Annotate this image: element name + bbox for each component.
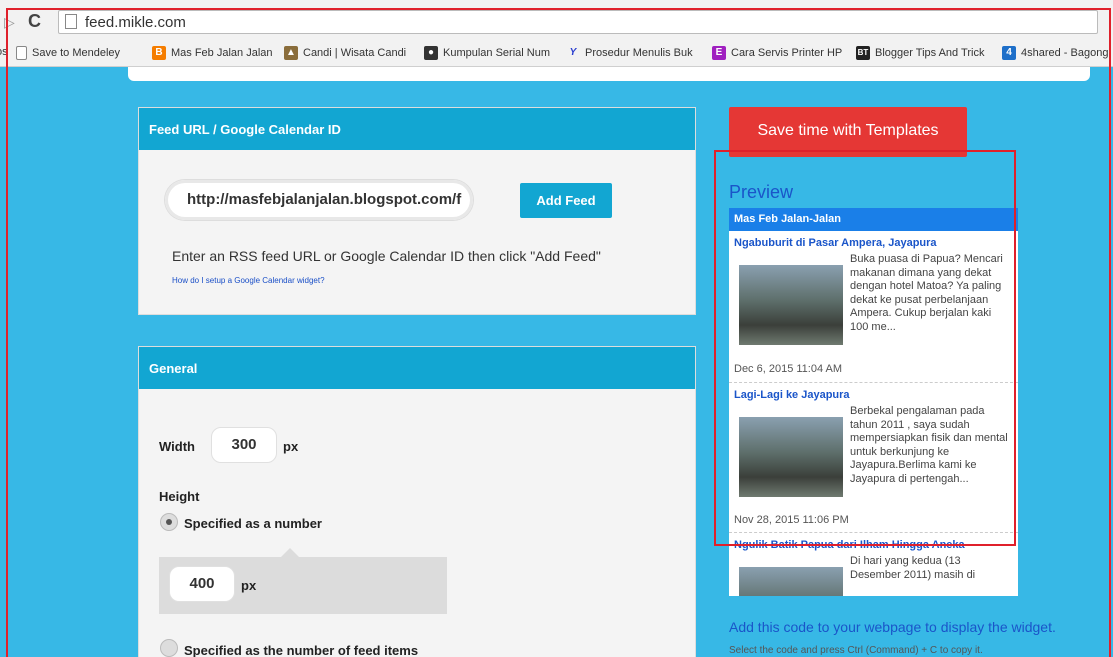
feed-item: Ngulik Batik Papua dari Ilham Hingga Ane… — [729, 533, 1018, 596]
bookmark-item[interactable]: Save to Mendeley — [16, 46, 120, 60]
address-bar[interactable]: feed.mikle.com — [58, 10, 1098, 34]
bookmark-item[interactable]: B Mas Feb Jalan Jalan — [152, 46, 273, 60]
browser-chrome: ▷ C feed.mikle.com os Save to Mendeley B… — [0, 0, 1113, 67]
address-bar-row: ▷ C feed.mikle.com — [0, 8, 1113, 36]
globe-icon: ● — [424, 46, 438, 60]
height-input[interactable]: 400 — [169, 566, 235, 602]
preview-title: Preview — [729, 182, 794, 202]
feed-item: Ngabuburit di Pasar Ampera, Jayapura Buk… — [729, 231, 1018, 383]
feed-url-header: Feed URL / Google Calendar ID — [139, 108, 695, 150]
height-items-option: Specified as the number of feed items — [184, 643, 419, 657]
top-content-strip — [128, 67, 1090, 81]
code-hint: Select the code and press Ctrl (Command)… — [729, 645, 983, 656]
code-heading: Add this code to your webpage to display… — [729, 619, 1056, 635]
width-unit: px — [283, 439, 299, 454]
height-number-radio[interactable] — [160, 513, 178, 531]
bookmark-apps-partial[interactable]: os — [0, 46, 8, 58]
4shared-icon: 4 — [1002, 46, 1016, 60]
feed-item-description: Berbekal pengalaman pada tahun 2011 , sa… — [850, 405, 1008, 485]
url-text: feed.mikle.com — [85, 14, 186, 31]
reload-icon[interactable]: C — [28, 11, 41, 32]
height-unit: px — [241, 578, 257, 593]
preview-widget: Mas Feb Jalan-Jalan Ngabuburit di Pasar … — [729, 208, 1018, 596]
bookmark-item[interactable]: 4 4shared - Bagong — [1002, 46, 1108, 60]
templates-button[interactable]: Save time with Templates — [729, 107, 967, 157]
feed-item-date: Nov 28, 2015 11:06 PM — [734, 514, 849, 526]
feed-url-input[interactable]: http://masfebjalanjalan.blogspot.com/f — [165, 180, 473, 220]
general-panel: General Width 300 px Height Specified as… — [138, 346, 696, 657]
height-label: Height — [159, 489, 200, 504]
feed-item-title[interactable]: Ngulik Batik Papua dari Ilham Hingga Ane… — [729, 533, 1018, 553]
feed-item-title[interactable]: Ngabuburit di Pasar Ampera, Jayapura — [729, 231, 1018, 251]
feed-item-description: Buka puasa di Papua? Mencari makanan dim… — [850, 253, 1003, 333]
bookmark-item[interactable]: BT Blogger Tips And Trick — [856, 46, 997, 60]
feed-item-title[interactable]: Lagi-Lagi ke Jayapura — [729, 383, 1018, 403]
height-number-option: Specified as a number — [184, 516, 322, 531]
width-input[interactable]: 300 — [211, 427, 277, 463]
bookmark-item[interactable]: ● Kumpulan Serial Num — [424, 46, 559, 60]
feed-item-thumbnail — [739, 567, 843, 596]
google-calendar-help-link[interactable]: How do I setup a Google Calendar widget? — [172, 276, 325, 285]
add-feed-button[interactable]: Add Feed — [520, 183, 612, 218]
bookmark-item[interactable]: ▲ Candi | Wisata Candi — [284, 46, 406, 60]
bookmark-item[interactable]: Y Prosedur Menulis Buk — [566, 46, 699, 60]
page-icon — [65, 14, 77, 29]
blogger-icon: B — [152, 46, 166, 60]
widget-title: Mas Feb Jalan-Jalan — [729, 208, 1018, 231]
page-icon — [16, 46, 27, 60]
general-header: General — [139, 347, 695, 389]
feed-item-thumbnail — [739, 417, 843, 497]
feed-item-date: Dec 6, 2015 11:04 AM — [734, 363, 843, 375]
bt-icon: BT — [856, 46, 870, 60]
feed-item-description: Di hari yang kedua (13 Desember 2011) ma… — [850, 555, 976, 581]
height-number-box: 400 px — [159, 548, 447, 614]
y-icon: Y — [569, 47, 577, 58]
bookmark-item[interactable]: E Cara Servis Printer HP — [712, 46, 849, 60]
bookmarks-bar: os Save to Mendeley B Mas Feb Jalan Jala… — [0, 43, 1113, 65]
feed-item: Lagi-Lagi ke Jayapura Berbekal pengalama… — [729, 383, 1018, 533]
height-items-radio[interactable] — [160, 639, 178, 657]
back-icon[interactable]: ▷ — [4, 14, 15, 31]
temple-icon: ▲ — [284, 46, 298, 60]
e-icon: E — [712, 46, 726, 60]
width-label: Width — [159, 439, 195, 454]
feed-url-panel: Feed URL / Google Calendar ID http://mas… — [138, 107, 696, 315]
feed-item-thumbnail — [739, 265, 843, 345]
feed-hint-text: Enter an RSS feed URL or Google Calendar… — [172, 248, 601, 264]
